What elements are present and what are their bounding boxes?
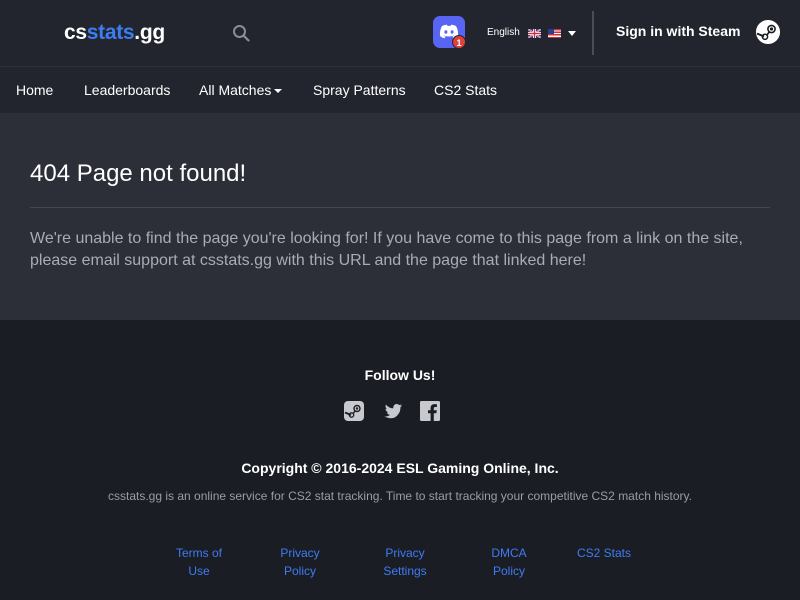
nav-cs2-stats[interactable]: CS2 Stats bbox=[434, 82, 497, 98]
logo-part-gg: .gg bbox=[134, 21, 165, 44]
page-title: 404 Page not found! bbox=[30, 160, 247, 187]
nav-leaderboards[interactable]: Leaderboards bbox=[84, 82, 170, 98]
footer-link-terms-of-use[interactable]: Terms of Use bbox=[159, 544, 239, 580]
follow-us-heading: Follow Us! bbox=[364, 367, 436, 383]
header-divider bbox=[592, 11, 594, 55]
twitter-icon[interactable] bbox=[383, 401, 403, 421]
sign-in-with-steam-button[interactable]: Sign in with Steam bbox=[616, 23, 740, 39]
footer-link-line: Settings bbox=[383, 564, 427, 578]
logo-part-cs: cs bbox=[64, 21, 87, 44]
nav-home[interactable]: Home bbox=[16, 82, 53, 98]
footer-link-privacy-policy[interactable]: Privacy Policy bbox=[260, 544, 340, 580]
language-label[interactable]: English bbox=[487, 27, 520, 38]
footer-link-dmca-policy[interactable]: DMCA Policy bbox=[469, 544, 549, 580]
top-header: csstats.gg 1 English Sign in with Steam bbox=[0, 0, 800, 66]
footer-link-line: Policy bbox=[283, 564, 316, 578]
notification-badge: 1 bbox=[452, 35, 466, 49]
steam-icon[interactable] bbox=[344, 401, 364, 421]
footer-link-line: Privacy bbox=[385, 546, 425, 560]
footer-link-line: Privacy bbox=[280, 546, 320, 560]
steam-icon[interactable] bbox=[756, 20, 780, 44]
facebook-icon[interactable] bbox=[420, 401, 440, 421]
search-icon[interactable] bbox=[232, 24, 250, 42]
language-dropdown-caret-icon[interactable] bbox=[568, 31, 576, 36]
nav-all-matches-label: All Matches bbox=[199, 82, 272, 98]
site-footer: Follow Us! Copyright © 2016-2024 ESL Gam… bbox=[0, 320, 800, 600]
footer-link-privacy-settings[interactable]: Privacy Settings bbox=[365, 544, 445, 580]
logo-part-stats: stats bbox=[86, 21, 135, 44]
us-flag-icon[interactable] bbox=[548, 29, 561, 38]
error-message: We're unable to find the page you're loo… bbox=[30, 230, 743, 269]
footer-link-cs2-stats[interactable]: CS2 Stats bbox=[564, 544, 644, 562]
footer-link-line: Terms of bbox=[175, 546, 222, 560]
uk-flag-icon[interactable] bbox=[528, 29, 541, 38]
chevron-down-icon bbox=[274, 89, 283, 94]
discord-button[interactable]: 1 bbox=[433, 16, 466, 49]
main-navigation: Home Leaderboards All Matches Spray Patt… bbox=[0, 66, 800, 113]
divider bbox=[30, 207, 770, 208]
site-logo[interactable]: csstats.gg bbox=[64, 21, 165, 45]
footer-link-line: CS2 Stats bbox=[576, 546, 632, 560]
footer-link-line: Policy bbox=[492, 564, 525, 578]
copyright-text: Copyright © 2016-2024 ESL Gaming Online,… bbox=[241, 460, 559, 476]
footer-link-line: DMCA bbox=[491, 546, 527, 560]
footer-link-line: Use bbox=[188, 564, 210, 578]
main-content: 404 Page not found! We're unable to find… bbox=[0, 113, 800, 320]
site-tagline: csstats.gg is an online service for CS2 … bbox=[107, 489, 692, 503]
nav-all-matches[interactable]: All Matches bbox=[199, 82, 283, 98]
nav-spray-patterns[interactable]: Spray Patterns bbox=[313, 82, 406, 98]
